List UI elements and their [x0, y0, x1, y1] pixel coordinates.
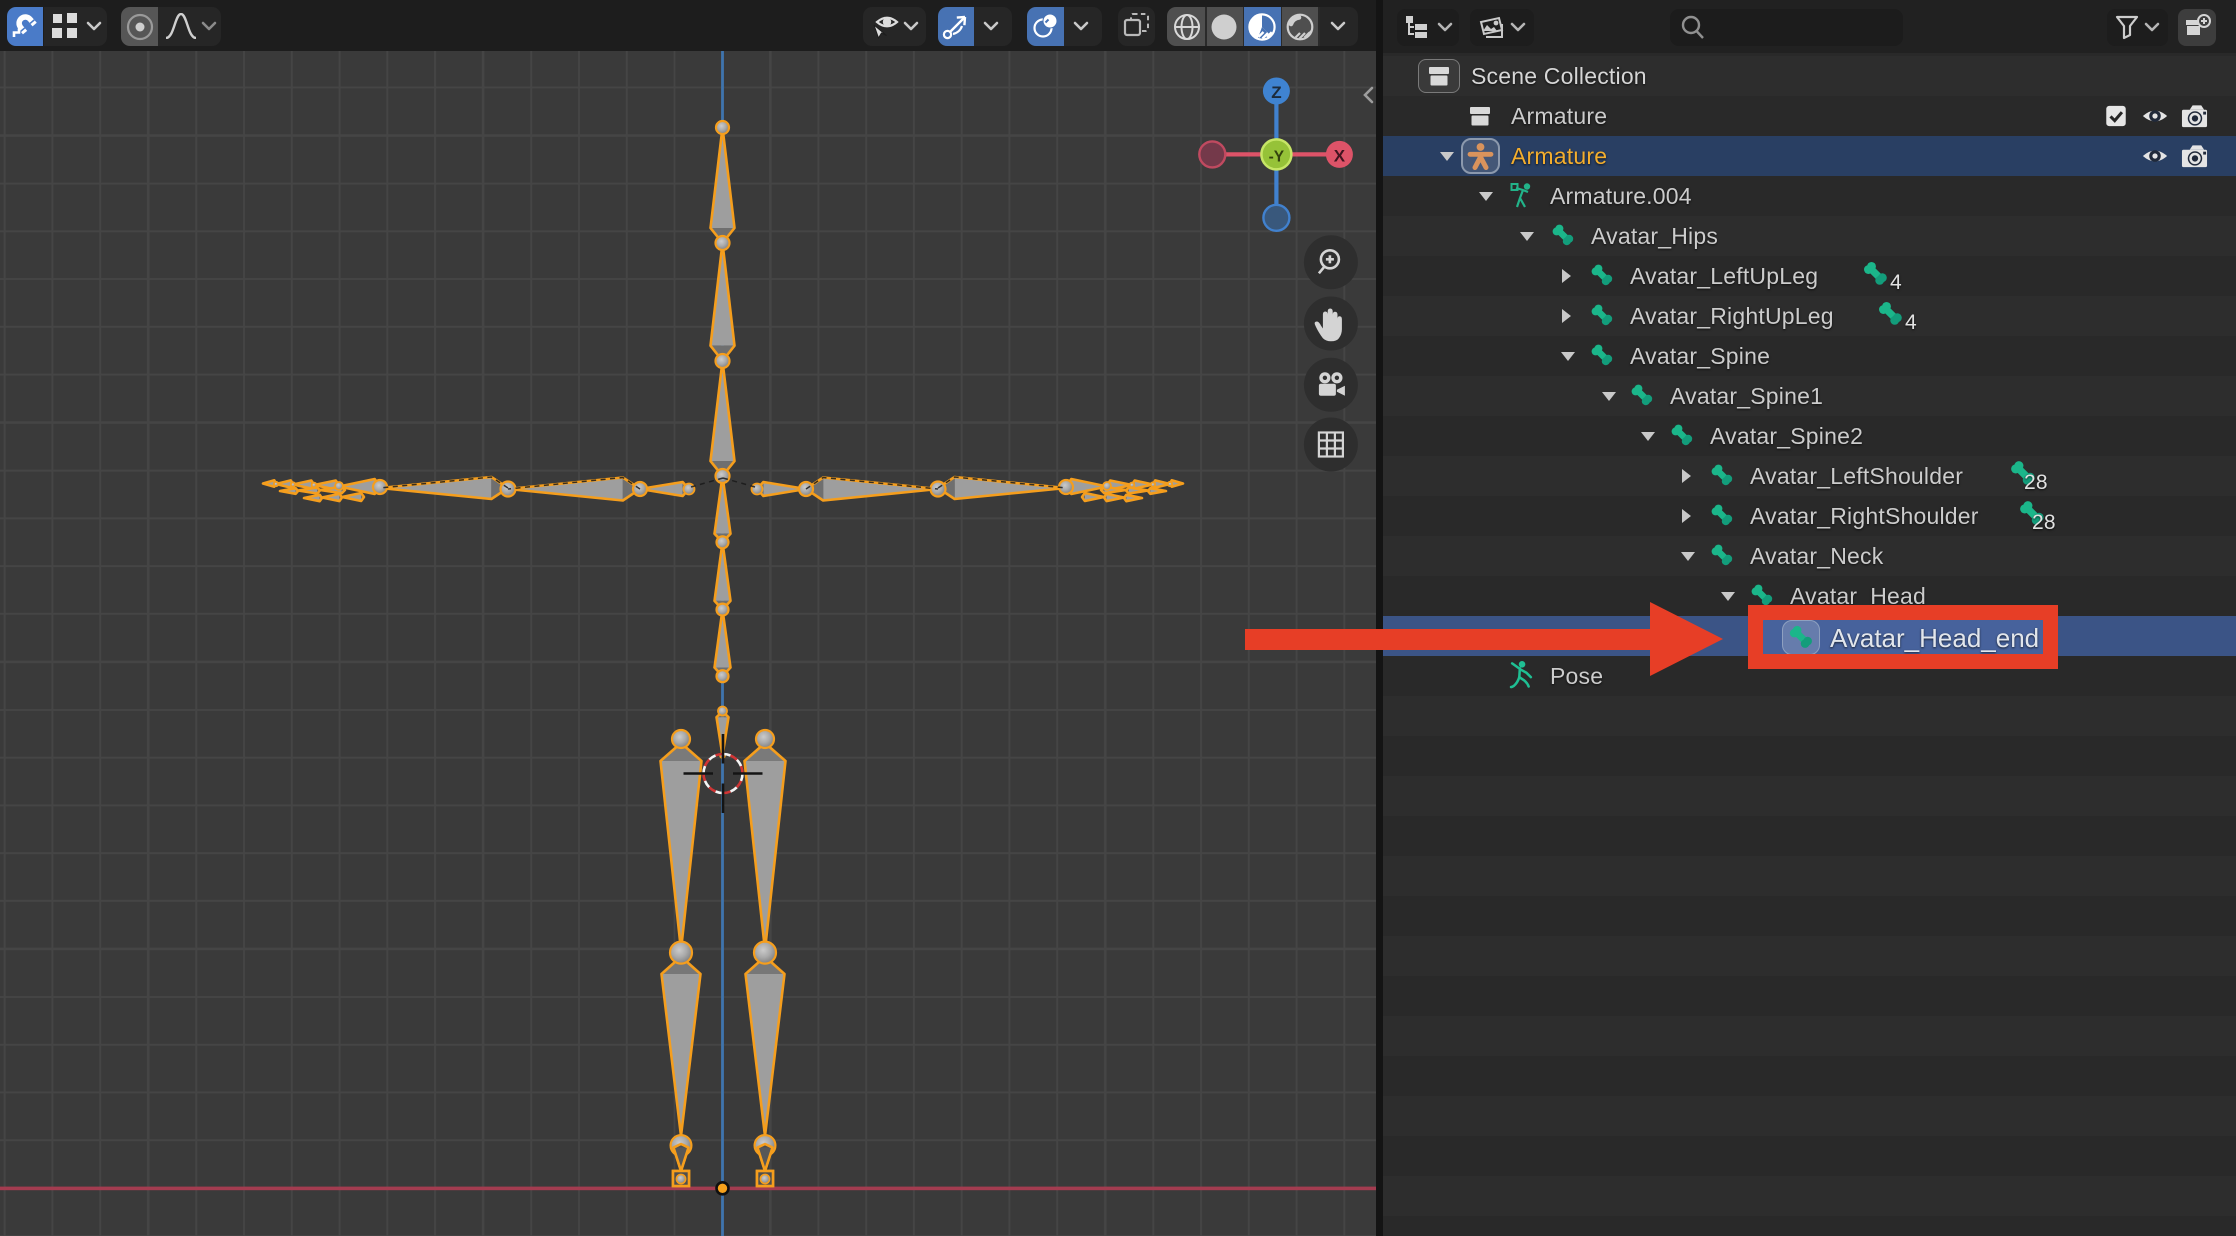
svg-text:X: X [1334, 147, 1346, 166]
svg-text:Z: Z [1271, 83, 1281, 102]
svg-text:-Y: -Y [1269, 149, 1285, 166]
